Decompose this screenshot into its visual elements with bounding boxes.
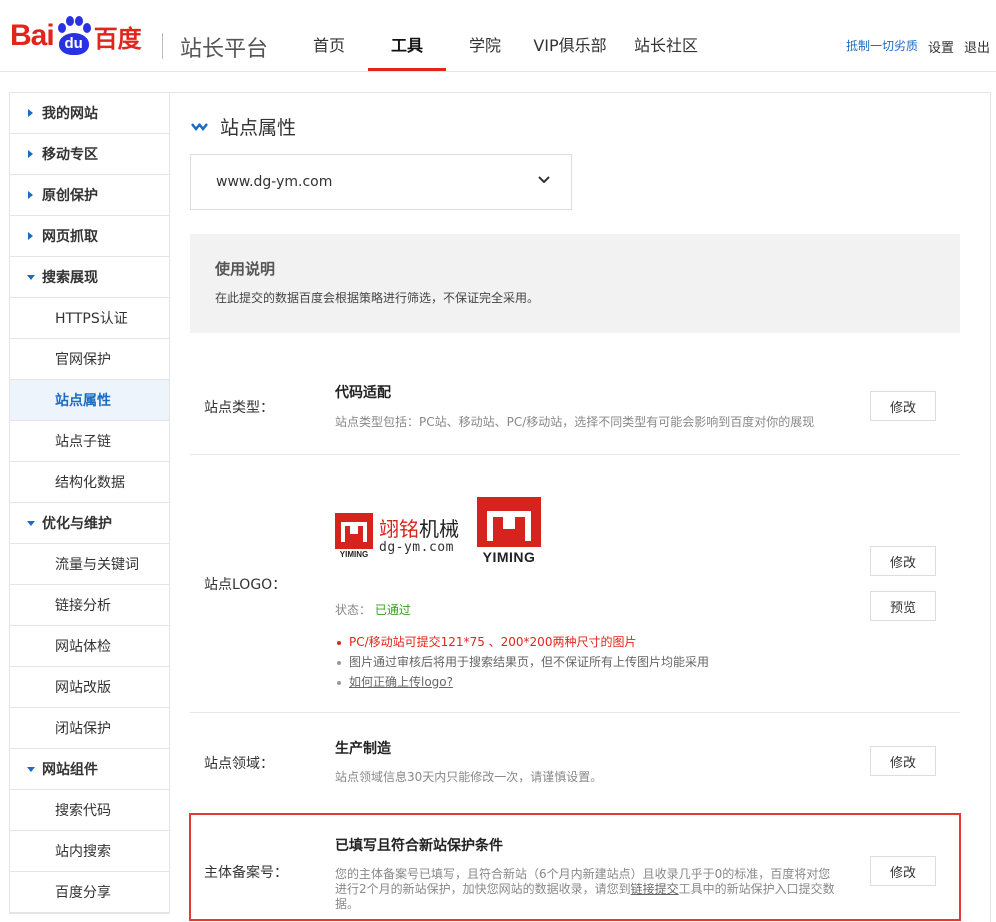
site-type-desc: 站点类型包括：PC站、移动站、PC/移动站，选择不同类型有可能会影响到百度对你的…: [335, 415, 815, 429]
sidebar-item-label: 搜索展现: [42, 270, 98, 286]
chevron-down-icon: [538, 176, 550, 184]
caret-down-icon: [27, 767, 35, 772]
chevron-down-double-icon: [191, 122, 208, 131]
site-type-edit-button[interactable]: 修改: [870, 391, 936, 421]
site-select-value: www.dg-ym.com: [216, 174, 333, 190]
logo-preview-200x200: YIMING: [477, 497, 541, 565]
logo-rule-review: 图片通过审核后将用于搜索结果页，但不保证所有上传图片均能采用: [335, 652, 709, 672]
logo-help-link[interactable]: 如何正确上传logo?: [349, 675, 453, 689]
site-logo-label: 站点LOGO：: [204, 577, 287, 593]
usage-notice: 使用说明 在此提交的数据百度会根据策略进行筛选，不保证完全采用。: [190, 234, 960, 333]
header-user-links: 抵制一切劣质 设置 退出: [846, 37, 990, 56]
logo-edit-button[interactable]: 修改: [870, 546, 936, 576]
nav-community[interactable]: 站长社区: [616, 0, 716, 72]
status-badge: 已通过: [374, 603, 411, 617]
sidebar-item-link-analysis[interactable]: 链接分析: [10, 585, 169, 626]
caret-down-icon: [27, 275, 35, 280]
logo-du-text: du: [58, 33, 89, 55]
top-header: Bai du 百度 站长平台 首页 工具 学院 VIP俱乐部 站长社区 抵制一切…: [0, 0, 996, 72]
sidebar-item-my-sites[interactable]: 我的网站: [10, 93, 169, 134]
site-domain-label: 站点领域：: [204, 756, 274, 772]
icp-label: 主体备案号：: [204, 865, 288, 881]
caret-right-icon: [28, 150, 33, 158]
status-label: 状态：: [335, 603, 372, 617]
nav-vip-club[interactable]: VIP俱乐部: [524, 0, 616, 72]
site-title: 站长平台: [180, 37, 269, 62]
site-select-dropdown[interactable]: www.dg-ym.com: [190, 154, 572, 210]
site-type-row: 站点类型： 代码适配 站点类型包括：PC站、移动站、PC/移动站，选择不同类型有…: [190, 353, 960, 455]
sidebar-item-label: 原创保护: [42, 188, 98, 204]
paw-icon: du: [55, 16, 93, 56]
logo-rules-list: PC/移动站可提交121*75 、200*200两种尺寸的图片 图片通过审核后将…: [335, 632, 709, 692]
site-domain-edit-button[interactable]: 修改: [870, 746, 936, 776]
site-type-label: 站点类型：: [204, 400, 274, 416]
nav-home[interactable]: 首页: [290, 0, 368, 72]
sidebar-item-search-display[interactable]: 搜索展现: [10, 257, 169, 298]
yiming-mark-large: [477, 497, 541, 547]
link-submit-tool-link[interactable]: 链接提交: [631, 882, 679, 896]
icp-edit-button[interactable]: 修改: [870, 856, 936, 886]
logo-bai-text: Bai: [10, 19, 55, 52]
sidebar-item-site-search[interactable]: 站内搜索: [10, 831, 169, 872]
logo-cn-text: 百度: [93, 24, 142, 53]
nav-academy[interactable]: 学院: [446, 0, 524, 72]
icp-status-title: 已填写且符合新站保护条件: [335, 838, 503, 854]
sidebar: 我的网站 移动专区 原创保护 网页抓取 搜索展现 HTTPS认证 官网保护 站点…: [9, 92, 170, 914]
notice-title: 使用说明: [215, 260, 276, 278]
sidebar-item-label: 移动专区: [42, 147, 98, 163]
icp-highlight-box: 主体备案号： 已填写且符合新站保护条件 您的主体备案号已填写，且符合新站（6个月…: [189, 813, 961, 921]
logo-divider: [162, 33, 163, 59]
logo1-small-text: YIMING: [339, 550, 369, 559]
sidebar-item-sitelinks[interactable]: 站点子链: [10, 421, 169, 462]
logo1-cn-text: 翊铭机械: [379, 516, 459, 541]
main-nav: 首页 工具 学院 VIP俱乐部 站长社区: [290, 0, 716, 72]
site-domain-value: 生产制造: [335, 741, 391, 757]
sidebar-item-site-check[interactable]: 网站体检: [10, 626, 169, 667]
sidebar-item-label: 网页抓取: [42, 229, 98, 245]
settings-link[interactable]: 设置: [928, 37, 954, 56]
sidebar-item-https[interactable]: HTTPS认证: [10, 298, 169, 339]
site-type-value: 代码适配: [335, 385, 391, 401]
page-title-text: 站点属性: [220, 117, 297, 139]
caret-right-icon: [28, 191, 33, 199]
notice-text: 在此提交的数据百度会根据策略进行筛选，不保证完全采用。: [215, 291, 540, 305]
caret-right-icon: [28, 232, 33, 240]
sidebar-item-closure-protection[interactable]: 闭站保护: [10, 708, 169, 749]
sidebar-item-label: 优化与维护: [42, 516, 112, 532]
site-domain-row: 站点领域： 生产制造 站点领域信息30天内只能修改一次，请谨慎设置。 修改: [190, 713, 960, 811]
site-logo-row: 站点LOGO： YIMING 翊铭机械 dg-ym.com YIMING 状态：…: [190, 455, 960, 713]
yiming-mark-small: [335, 513, 373, 549]
sidebar-item-optimization[interactable]: 优化与维护: [10, 503, 169, 544]
icp-desc: 您的主体备案号已填写，且符合新站（6个月内新建站点）且收录几乎于0的标准，百度将…: [335, 867, 835, 911]
logo-status: 状态： 已通过: [335, 601, 411, 618]
sidebar-item-search-code[interactable]: 搜索代码: [10, 790, 169, 831]
logo-rule-size: PC/移动站可提交121*75 、200*200两种尺寸的图片: [335, 632, 709, 652]
logo2-text: YIMING: [482, 549, 536, 565]
logo-preview-121x75: YIMING 翊铭机械 dg-ym.com: [335, 513, 459, 559]
logo-rule-help: 如何正确上传logo?: [335, 672, 709, 692]
logout-link[interactable]: 退出: [964, 37, 990, 56]
logo-preview-button[interactable]: 预览: [870, 591, 936, 621]
sidebar-item-crawl[interactable]: 网页抓取: [10, 216, 169, 257]
nav-tools[interactable]: 工具: [368, 0, 446, 72]
sidebar-item-baidu-share[interactable]: 百度分享: [10, 872, 169, 913]
sidebar-item-mobile[interactable]: 移动专区: [10, 134, 169, 175]
sidebar-item-label: 我的网站: [42, 106, 98, 122]
site-domain-desc: 站点领域信息30天内只能修改一次，请谨慎设置。: [335, 770, 603, 784]
sidebar-item-site-components[interactable]: 网站组件: [10, 749, 169, 790]
promo-link[interactable]: 抵制一切劣质: [846, 37, 918, 56]
caret-right-icon: [28, 109, 33, 117]
page-title: 站点属性: [190, 113, 296, 140]
logo1-url-text: dg-ym.com: [379, 539, 454, 555]
baidu-logo[interactable]: Bai du 百度: [10, 16, 142, 56]
sidebar-item-structured-data[interactable]: 结构化数据: [10, 462, 169, 503]
sidebar-item-site-revision[interactable]: 网站改版: [10, 667, 169, 708]
caret-down-icon: [27, 521, 35, 526]
sidebar-item-original-protection[interactable]: 原创保护: [10, 175, 169, 216]
sidebar-item-traffic-keywords[interactable]: 流量与关键词: [10, 544, 169, 585]
main-content: 站点属性 www.dg-ym.com 使用说明 在此提交的数据百度会根据策略进行…: [170, 92, 991, 922]
sidebar-item-site-properties[interactable]: 站点属性: [10, 380, 169, 421]
sidebar-item-label: 网站组件: [42, 762, 98, 778]
sidebar-item-official-site[interactable]: 官网保护: [10, 339, 169, 380]
